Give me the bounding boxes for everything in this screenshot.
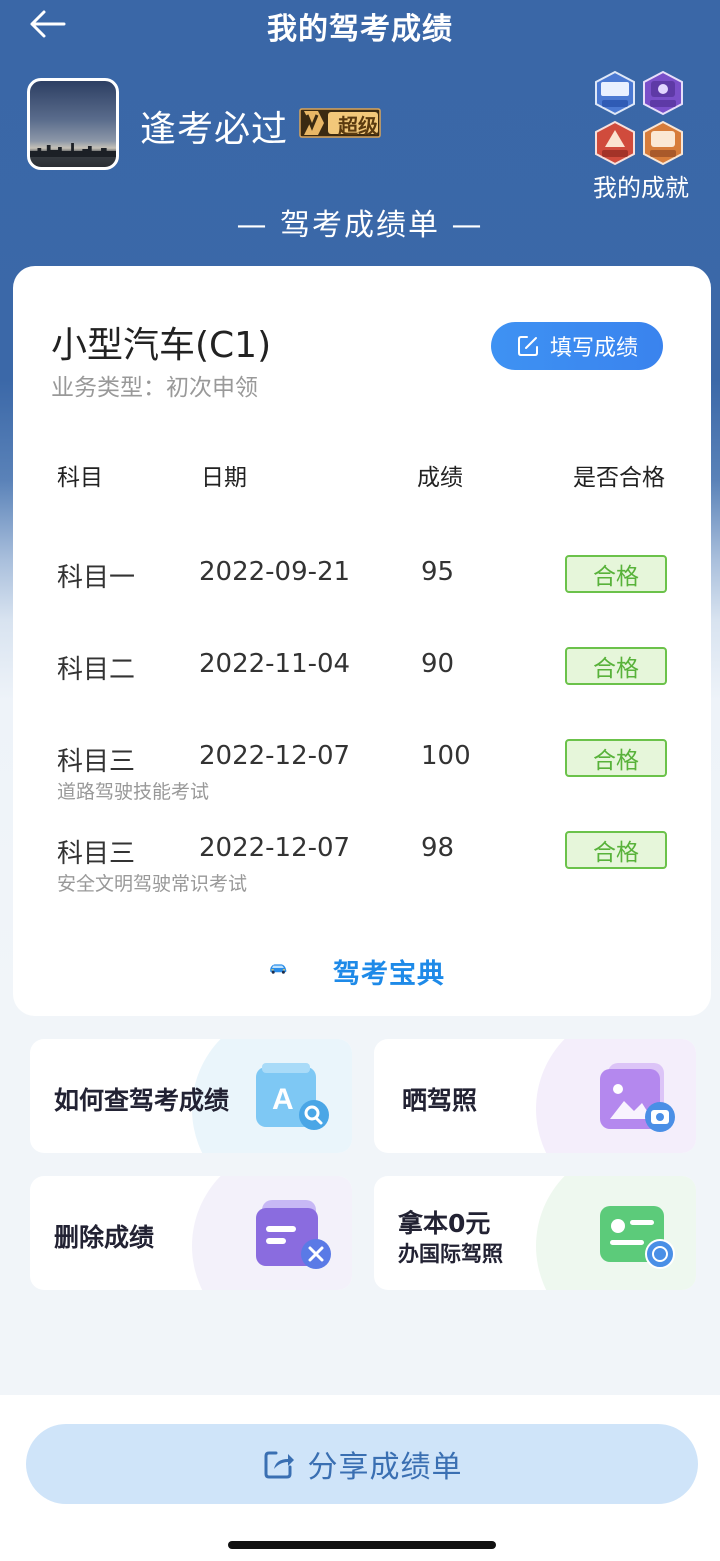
achievements-button[interactable]: 我的成就 (586, 70, 696, 202)
show-license-tile[interactable]: 晒驾照 (374, 1039, 696, 1153)
row-date: 2022-12-07 (199, 741, 351, 771)
medal-subject4-icon (643, 120, 683, 166)
medal-subject2-icon (643, 70, 683, 116)
tile-label: 删除成绩 (54, 1223, 155, 1252)
row-date: 2022-12-07 (199, 833, 351, 863)
row-subject: 科目二 (57, 655, 136, 685)
username: 逢考必过 (140, 109, 289, 150)
business-type: 业务类型：初次申领 (51, 375, 258, 401)
page-title: 我的驾考成绩 (267, 12, 453, 47)
col-pass: 是否合格 (573, 465, 665, 491)
row-note: 道路驾驶技能考试 (57, 781, 210, 803)
row-score: 90 (421, 649, 455, 679)
share-label: 分享成绩单 (307, 1450, 463, 1485)
row-date: 2022-09-21 (199, 557, 351, 587)
score-card: 小型汽车(C1) 业务类型：初次申领 填写成绩 科目 日期 成绩 是否合格 科目… (13, 266, 711, 1016)
row-score: 98 (421, 833, 455, 863)
fill-score-button[interactable]: 填写成绩 (491, 322, 663, 370)
brand-name: 驾考宝典 (333, 959, 445, 990)
delete-score-tile[interactable]: 删除成绩 (30, 1176, 352, 1290)
pass-badge: 合格 (565, 555, 667, 593)
avatar[interactable] (27, 78, 119, 170)
intl-license-tile[interactable]: 拿本0元 办国际驾照 (374, 1176, 696, 1290)
row-score: 95 (421, 557, 455, 587)
search-document-icon: A (256, 1063, 329, 1130)
col-date: 日期 (201, 465, 247, 491)
row-date: 2022-11-04 (199, 649, 351, 679)
report-title: — 驾考成绩单 — (236, 208, 484, 243)
medal-subject3-icon (595, 120, 635, 166)
achievements-label: 我的成就 (593, 174, 689, 202)
row-subject: 科目三 (57, 839, 136, 869)
row-note: 安全文明驾驶常识考试 (57, 873, 248, 895)
table-row: 科目二 2022-11-04 90 合格 (13, 647, 711, 729)
tile-label: 晒驾照 (402, 1086, 478, 1115)
table-row: 科目一 2022-09-21 95 合格 (13, 555, 711, 637)
row-score: 100 (421, 741, 471, 771)
table-row: 科目三 2022-12-07 98 合格 安全文明驾驶常识考试 (13, 831, 711, 913)
row-subject: 科目一 (57, 563, 136, 593)
delete-document-icon (256, 1200, 331, 1269)
tile-label: 如何查驾考成绩 (54, 1086, 230, 1115)
table-row: 科目三 2022-12-07 100 合格 道路驾驶技能考试 (13, 739, 711, 821)
license-card-icon (600, 1206, 675, 1269)
pass-badge: 合格 (565, 647, 667, 685)
pass-badge: 合格 (565, 739, 667, 777)
svg-text:A: A (272, 1083, 294, 1116)
tile-label-line2: 办国际驾照 (398, 1242, 503, 1266)
fill-score-label: 填写成绩 (549, 336, 638, 361)
bottom-bar: 分享成绩单 (0, 1395, 720, 1561)
medal-subject1-icon (595, 70, 635, 116)
edit-icon (517, 336, 538, 356)
pass-badge: 合格 (565, 831, 667, 869)
car-logo-icon (270, 964, 287, 974)
vip-label: 超级 (338, 114, 378, 138)
vehicle-type: 小型汽车(C1) (51, 325, 272, 366)
skyline-image (30, 143, 116, 157)
share-icon (264, 1451, 294, 1479)
tile-label-line1: 拿本0元 (398, 1209, 491, 1238)
share-report-button[interactable]: 分享成绩单 (26, 1424, 698, 1504)
how-to-check-score-tile[interactable]: 如何查驾考成绩 A (30, 1039, 352, 1153)
col-subject: 科目 (57, 465, 103, 491)
col-score: 成绩 (417, 465, 463, 491)
home-indicator (228, 1541, 496, 1549)
photo-camera-icon (600, 1063, 675, 1132)
row-subject: 科目三 (57, 747, 136, 777)
top-bar: 我的驾考成绩 (0, 0, 720, 48)
